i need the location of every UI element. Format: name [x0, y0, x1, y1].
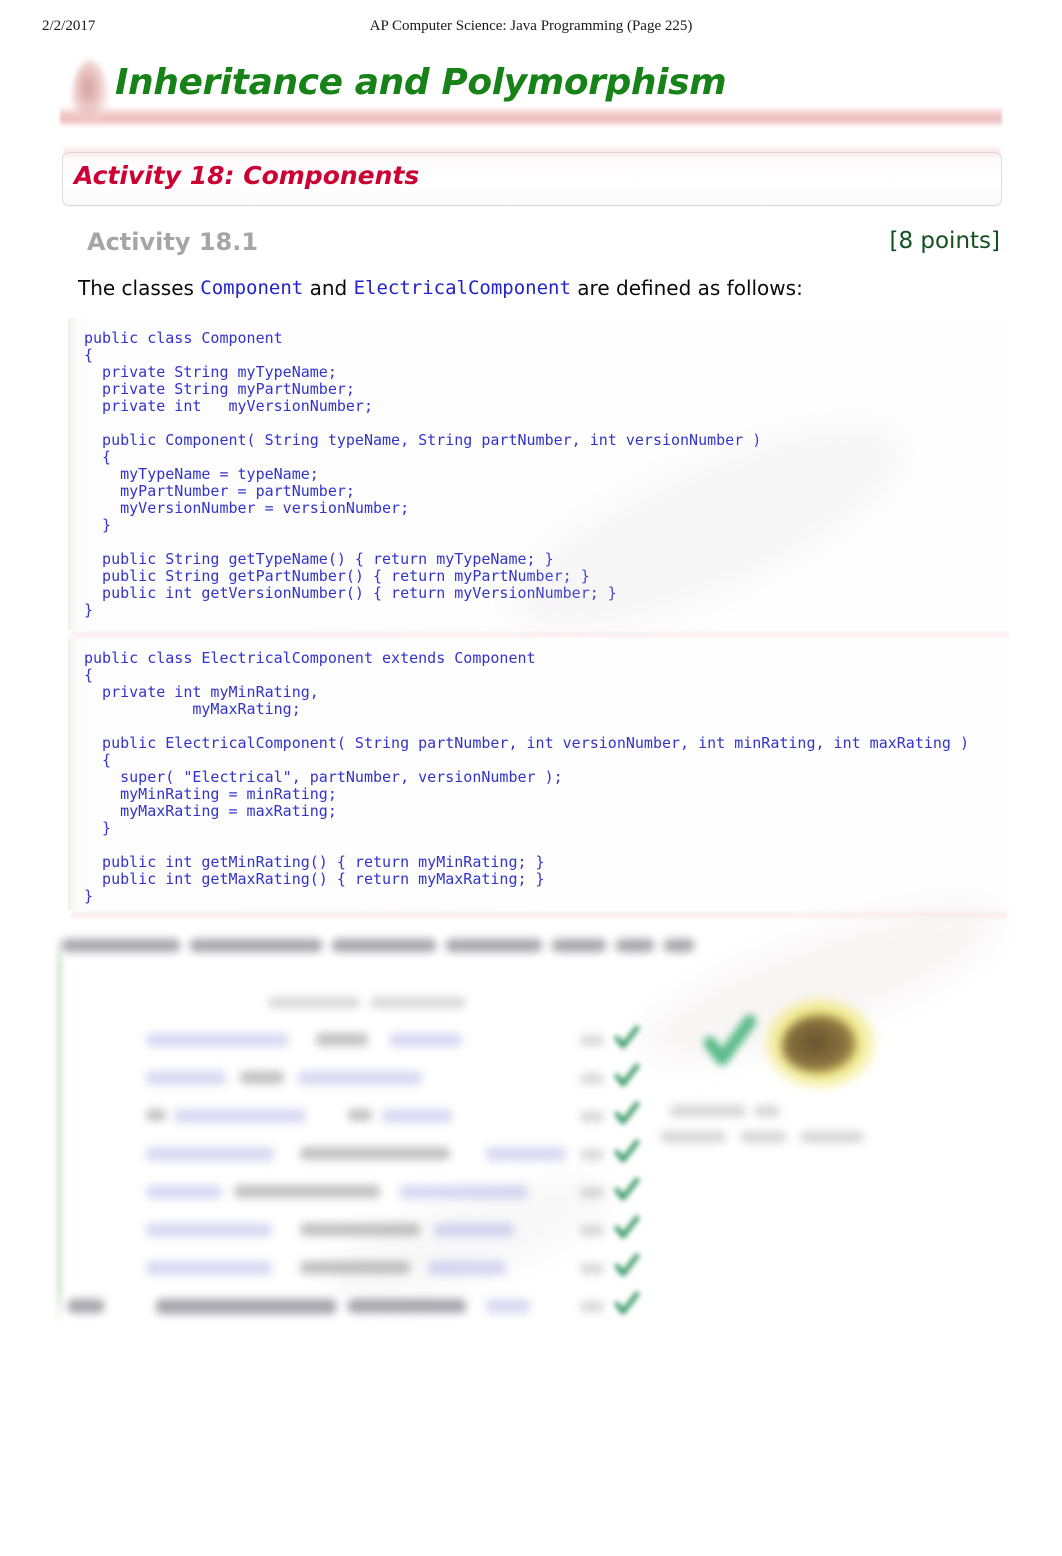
blurred-text	[660, 1131, 726, 1143]
blurred-text	[332, 939, 436, 952]
check-mark-icon	[703, 1014, 757, 1067]
blurred-text	[62, 939, 180, 952]
blurred-text	[670, 1105, 746, 1117]
check-mark-icon	[614, 1291, 640, 1317]
title-banner-rule	[60, 106, 1002, 128]
blurred-text	[240, 1071, 284, 1084]
blurred-text	[580, 1111, 604, 1122]
blurred-text	[300, 1223, 420, 1236]
blurred-text	[146, 1185, 222, 1199]
code-block-separator-rule	[70, 910, 1008, 920]
blurred-text	[156, 1299, 336, 1314]
blurred-text	[486, 1299, 530, 1313]
blurred-text	[616, 939, 654, 952]
blurred-text	[580, 1035, 604, 1046]
blurred-text	[146, 1261, 272, 1275]
blurred-text	[552, 939, 606, 952]
page-course-title: AP Computer Science: Java Programming (P…	[369, 18, 693, 34]
code-block-electricalcomponent: public class ElectricalComponent extends…	[68, 638, 1014, 1323]
code-block-component: public class Component { private String …	[68, 318, 1008, 669]
blurred-text	[68, 1299, 104, 1313]
blurred-text	[316, 1033, 368, 1046]
blurred-text	[664, 939, 694, 952]
blurred-text	[434, 1223, 514, 1237]
blurred-text	[580, 1073, 604, 1084]
blurred-text	[580, 1149, 604, 1160]
blurred-text	[580, 1187, 604, 1198]
inline-class-electricalcomponent: ElectricalComponent	[353, 277, 571, 299]
check-mark-icon	[614, 1025, 640, 1051]
blurred-text	[268, 997, 360, 1008]
check-mark-icon	[614, 1215, 640, 1241]
blurred-text	[190, 939, 322, 952]
blurred-text	[348, 1109, 372, 1121]
blurred-text	[400, 1185, 528, 1199]
blurred-text	[234, 1185, 380, 1198]
blurred-text	[146, 1109, 166, 1121]
intro-part-2: and	[303, 276, 354, 300]
blurred-text	[800, 1131, 864, 1143]
blurred-text	[146, 1071, 226, 1085]
blurred-text	[580, 1225, 604, 1236]
activity-title: Activity 18: Components	[74, 161, 420, 190]
check-mark-icon	[614, 1139, 640, 1165]
blurred-text	[146, 1147, 274, 1161]
intro-part-3: are defined as follows:	[570, 276, 803, 300]
title-banner: Inheritance and Polymorphism	[60, 52, 1002, 134]
code-block-electricalcomponent-text: public class ElectricalComponent extends…	[84, 649, 970, 905]
check-mark-icon	[614, 1177, 640, 1203]
blurred-text	[486, 1147, 566, 1161]
flame-blob-icon	[72, 60, 108, 122]
blurred-text	[580, 1263, 604, 1274]
redacted-lower-section	[48, 925, 998, 1355]
blurred-text	[446, 939, 542, 952]
blurred-text	[580, 1301, 604, 1312]
blurred-text	[370, 997, 466, 1008]
light-bulb-core	[782, 1015, 856, 1073]
activity-box-sheen	[63, 145, 1001, 159]
points-badge: [8 points]	[889, 228, 1000, 254]
blurred-text	[390, 1033, 462, 1047]
check-mark-icon	[614, 1063, 640, 1089]
blurred-text	[300, 1147, 450, 1160]
page-running-header: 2/2/2017 AP Computer Science: Java Progr…	[0, 18, 1062, 40]
intro-part-1: The classes	[78, 276, 201, 300]
blurred-text	[754, 1105, 780, 1117]
blurred-text	[740, 1131, 786, 1143]
intro-sentence: The classes Component and ElectricalComp…	[78, 276, 998, 300]
blurred-text	[300, 1261, 410, 1274]
page-title: Inheritance and Polymorphism	[115, 62, 727, 103]
check-mark-icon	[614, 1253, 640, 1279]
inline-class-component: Component	[200, 277, 304, 299]
blurred-text	[174, 1109, 306, 1123]
blurred-text	[298, 1071, 422, 1085]
sub-activity-heading: Activity 18.1 [8 points]	[62, 228, 1002, 266]
blurred-text	[428, 1261, 506, 1275]
left-green-rail	[56, 935, 63, 1325]
activity-title-box: Activity 18: Components	[62, 145, 1002, 206]
check-mark-icon	[614, 1101, 640, 1127]
code-block-component-text: public class Component { private String …	[84, 329, 762, 619]
blurred-text	[146, 1223, 272, 1237]
blurred-text	[382, 1109, 452, 1123]
blurred-text	[146, 1033, 288, 1047]
sub-activity-label: Activity 18.1	[87, 228, 259, 256]
blurred-text	[348, 1299, 466, 1313]
light-bulb-icon	[764, 997, 876, 1089]
